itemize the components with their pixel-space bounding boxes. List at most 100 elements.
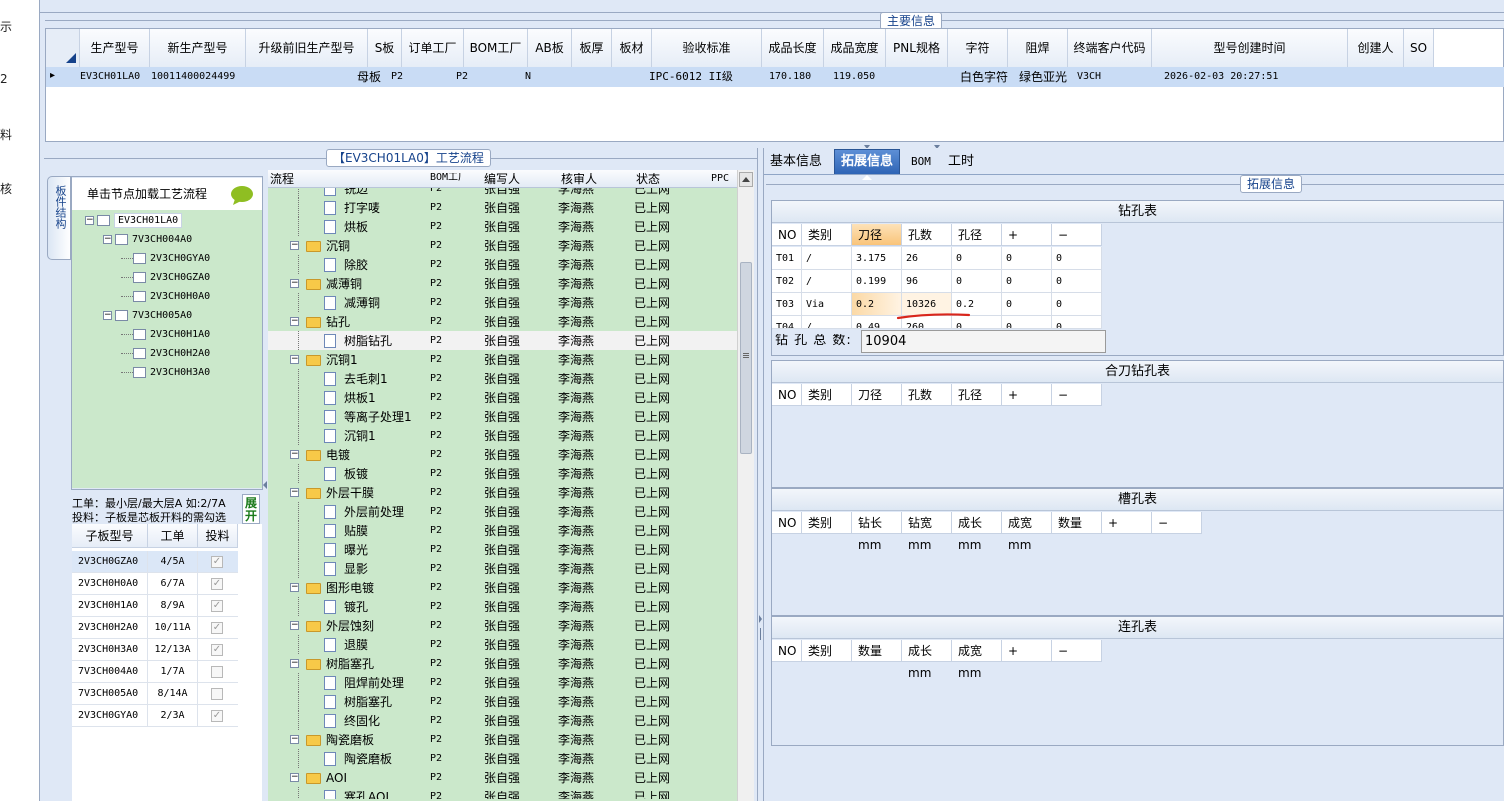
flow-row[interactable]: − 钻孔 P2 张自强 李海燕 已上网 bbox=[268, 312, 737, 331]
feed-checkbox[interactable] bbox=[211, 666, 223, 678]
table-cell[interactable]: 0 bbox=[952, 247, 1002, 270]
col-header[interactable]: 型号创建时间 bbox=[1152, 29, 1348, 67]
left-nav-item[interactable]: 核 bbox=[0, 180, 12, 197]
tab-hours[interactable]: 工时 bbox=[942, 150, 980, 174]
sub-row-model[interactable]: 2V3CH0H0A0 bbox=[72, 573, 148, 595]
table-col-header[interactable]: − bbox=[1052, 640, 1102, 662]
table-col-header[interactable]: + bbox=[1002, 640, 1052, 662]
table-col-header[interactable]: 数量 bbox=[1052, 512, 1102, 534]
col-header[interactable]: 成品宽度 bbox=[824, 29, 886, 67]
scroll-up-icon[interactable] bbox=[739, 172, 753, 187]
sub-row-wo[interactable]: 10/11A bbox=[148, 617, 198, 639]
feed-checkbox[interactable]: ✓ bbox=[211, 600, 223, 612]
table-col-header[interactable]: 孔数 bbox=[902, 224, 952, 246]
table-cell[interactable]: T01 bbox=[772, 247, 802, 270]
sub-row-wo[interactable]: 1/7A bbox=[148, 661, 198, 683]
flow-row[interactable]: − 减薄铜 P2 张自强 李海燕 已上网 bbox=[268, 274, 737, 293]
sub-row-wo[interactable]: 6/7A bbox=[148, 573, 198, 595]
table-cell[interactable]: 0 bbox=[1052, 293, 1102, 316]
sub-row-model[interactable]: 2V3CH0H2A0 bbox=[72, 617, 148, 639]
table-cell[interactable]: T04 bbox=[772, 316, 802, 329]
tree-collapse-icon[interactable]: − bbox=[103, 311, 112, 320]
chat-bubble-icon[interactable] bbox=[229, 184, 255, 206]
board-structure-tab[interactable]: 板件结构 bbox=[47, 176, 71, 260]
sub-col-header[interactable]: 工单 bbox=[148, 524, 198, 548]
flow-row[interactable]: − 外层蚀刻 P2 张自强 李海燕 已上网 bbox=[268, 616, 737, 635]
flow-row[interactable]: 除胶 P2 张自强 李海燕 已上网 bbox=[268, 255, 737, 274]
flow-row[interactable]: 显影 P2 张自强 李海燕 已上网 bbox=[268, 559, 737, 578]
tree-node[interactable]: 2V3CH0H3A0 bbox=[121, 365, 210, 383]
collapse-icon[interactable]: − bbox=[290, 355, 299, 364]
table-col-header[interactable]: 钻宽mm bbox=[902, 512, 952, 552]
scroll-thumb[interactable] bbox=[740, 262, 752, 454]
table-col-header[interactable]: 刀径 bbox=[852, 224, 902, 246]
sub-col-header[interactable]: 子板型号 bbox=[72, 524, 148, 548]
table-cell[interactable]: 0 bbox=[1052, 247, 1102, 270]
sub-row-wo[interactable]: 8/14A bbox=[148, 683, 198, 705]
table-col-header[interactable]: 类别 bbox=[802, 224, 852, 246]
table-col-header[interactable]: + bbox=[1002, 384, 1052, 406]
flow-row[interactable]: − 树脂塞孔 P2 张自强 李海燕 已上网 bbox=[268, 654, 737, 673]
table-cell[interactable]: 0 bbox=[1002, 293, 1052, 316]
feed-checkbox[interactable]: ✓ bbox=[211, 644, 223, 656]
table-cell[interactable]: 0 bbox=[1002, 316, 1052, 329]
tree-collapse-icon[interactable]: − bbox=[103, 235, 112, 244]
sub-row-wo[interactable]: 12/13A bbox=[148, 639, 198, 661]
table-col-header[interactable]: − bbox=[1052, 384, 1102, 406]
col-header[interactable]: 验收标准 bbox=[652, 29, 762, 67]
table-col-header[interactable]: 孔径 bbox=[952, 224, 1002, 246]
flow-row[interactable]: 等离子处理1 P2 张自强 李海燕 已上网 bbox=[268, 407, 737, 426]
table-col-header[interactable]: 类别 bbox=[802, 384, 852, 406]
table-col-header[interactable]: 数量 bbox=[852, 640, 902, 662]
left-nav-item[interactable]: 示 bbox=[0, 18, 12, 35]
splitter-handle[interactable] bbox=[862, 140, 942, 149]
expand-button[interactable]: 展开 bbox=[242, 494, 260, 524]
sub-row-model[interactable]: 2V3CH0H1A0 bbox=[72, 595, 148, 617]
collapse-icon[interactable]: − bbox=[290, 450, 299, 459]
feed-checkbox[interactable]: ✓ bbox=[211, 556, 223, 568]
col-header[interactable]: 生产型号 bbox=[80, 29, 150, 67]
collapse-icon[interactable]: − bbox=[290, 317, 299, 326]
sub-row-model[interactable]: 2V3CH0GYA0 bbox=[72, 705, 148, 727]
sub-row-model[interactable]: 2V3CH0GZA0 bbox=[72, 551, 148, 573]
flow-row[interactable]: 镀孔 P2 张自强 李海燕 已上网 bbox=[268, 597, 737, 616]
flow-row[interactable]: 减薄铜 P2 张自强 李海燕 已上网 bbox=[268, 293, 737, 312]
flow-row[interactable]: 去毛刺1 P2 张自强 李海燕 已上网 bbox=[268, 369, 737, 388]
flow-row[interactable]: 板镀 P2 张自强 李海燕 已上网 bbox=[268, 464, 737, 483]
table-col-header[interactable]: − bbox=[1152, 512, 1202, 534]
tree-node[interactable]: 2V3CH0GZA0 bbox=[121, 270, 210, 288]
flow-col-status[interactable]: 状态 bbox=[636, 173, 660, 185]
table-col-header[interactable]: 成宽mm bbox=[1002, 512, 1052, 552]
col-header[interactable]: 字符 bbox=[948, 29, 1008, 67]
table-col-header[interactable]: 钻长mm bbox=[852, 512, 902, 552]
table-cell[interactable]: 26 bbox=[902, 247, 952, 270]
sub-row-wo[interactable]: 8/9A bbox=[148, 595, 198, 617]
tab-basic-info[interactable]: 基本信息 bbox=[764, 150, 828, 174]
table-col-header[interactable]: 孔径 bbox=[952, 384, 1002, 406]
col-header[interactable]: SO bbox=[1404, 29, 1434, 67]
col-header[interactable]: 板材 bbox=[612, 29, 652, 67]
table-cell[interactable]: 0 bbox=[1052, 270, 1102, 293]
flow-row[interactable]: 贴膜 P2 张自强 李海燕 已上网 bbox=[268, 521, 737, 540]
sub-col-header[interactable]: 投料 bbox=[198, 524, 238, 548]
col-header[interactable]: 成品长度 bbox=[762, 29, 824, 67]
table-cell[interactable]: T03 bbox=[772, 293, 802, 316]
flow-col-writer[interactable]: 编写人 bbox=[484, 173, 520, 185]
collapse-icon[interactable]: − bbox=[290, 773, 299, 782]
sub-row-wo[interactable]: 4/5A bbox=[148, 551, 198, 573]
table-cell[interactable]: 96 bbox=[902, 270, 952, 293]
sub-row-model[interactable]: 2V3CH0H3A0 bbox=[72, 639, 148, 661]
table-col-header[interactable]: 类别 bbox=[802, 512, 852, 534]
feed-checkbox[interactable]: ✓ bbox=[211, 710, 223, 722]
flow-row[interactable]: 外层前处理 P2 张自强 李海燕 已上网 bbox=[268, 502, 737, 521]
flow-row[interactable]: − AOI P2 张自强 李海燕 已上网 bbox=[268, 768, 737, 787]
flow-row[interactable]: − 沉铜 P2 张自强 李海燕 已上网 bbox=[268, 236, 737, 255]
sub-row-model[interactable]: 7V3CH004A0 bbox=[72, 661, 148, 683]
table-cell[interactable]: 0 bbox=[1002, 270, 1052, 293]
collapse-icon[interactable]: − bbox=[290, 488, 299, 497]
collapse-icon[interactable]: − bbox=[290, 241, 299, 250]
flow-row[interactable]: 曝光 P2 张自强 李海燕 已上网 bbox=[268, 540, 737, 559]
flow-row[interactable]: 陶瓷磨板 P2 张自强 李海燕 已上网 bbox=[268, 749, 737, 768]
tree-node[interactable]: 2V3CH0GYA0 bbox=[121, 251, 210, 269]
table-cell[interactable]: 0 bbox=[952, 270, 1002, 293]
